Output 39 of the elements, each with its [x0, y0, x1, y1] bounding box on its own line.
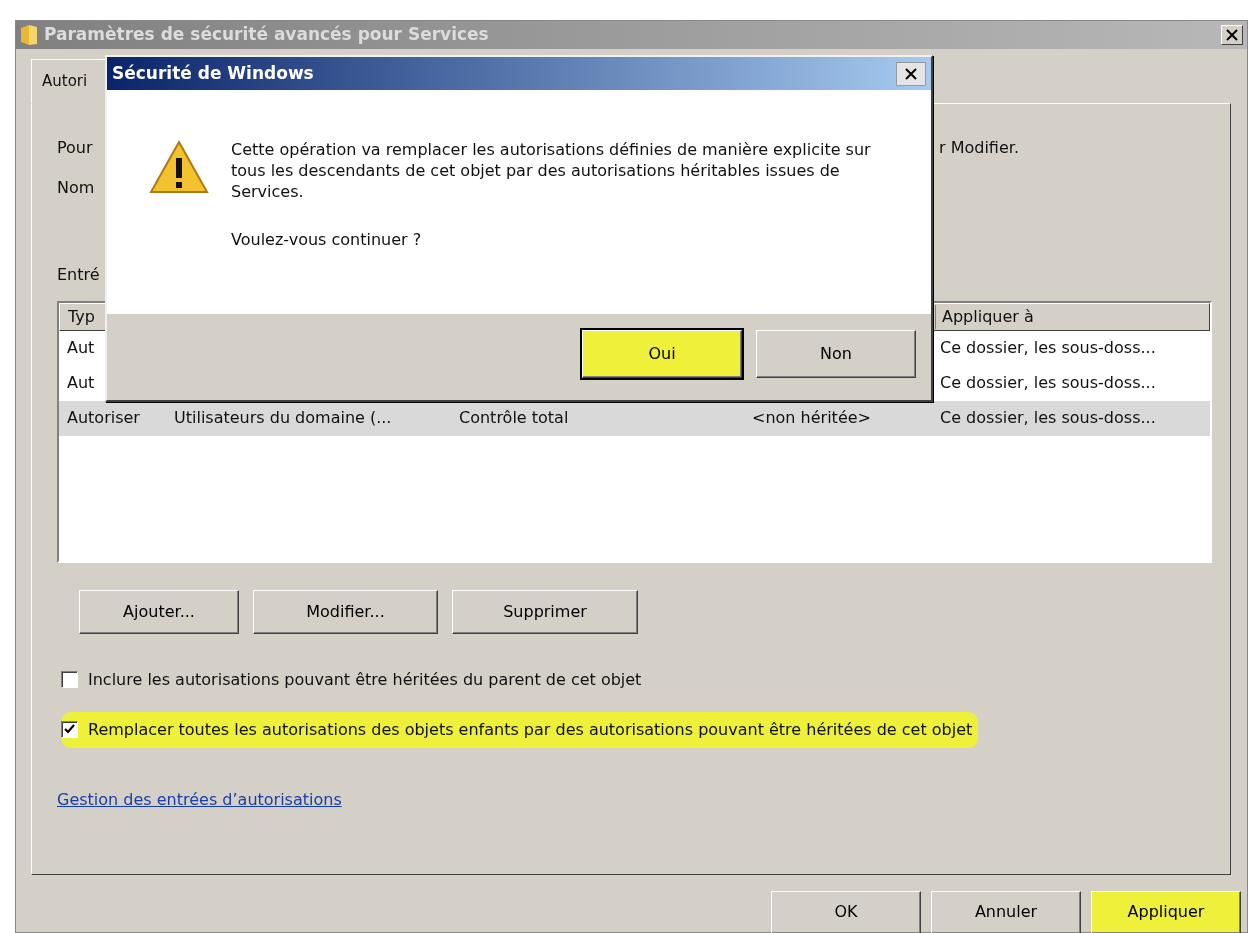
checkbox[interactable] [61, 721, 78, 738]
table-cell: Ce dossier, les sous-doss... [940, 338, 1156, 357]
section-label: Entré [57, 264, 100, 284]
table-cell: <non héritée> [752, 408, 871, 427]
close-icon [1226, 29, 1238, 41]
action-button[interactable]: Modifier... [253, 589, 438, 634]
table-cell: Utilisateurs du domaine (... [174, 408, 392, 427]
dialog-button[interactable]: Oui [582, 330, 742, 378]
table-cell: Ce dossier, les sous-doss... [940, 373, 1156, 392]
dialog-button[interactable]: Annuler [931, 890, 1081, 933]
table-cell: Aut [67, 338, 95, 357]
table-cell: Ce dossier, les sous-doss... [940, 408, 1156, 427]
checkbox[interactable] [61, 671, 78, 688]
table-cell: Autoriser [67, 408, 140, 427]
table-cell: Aut [67, 373, 95, 392]
action-button[interactable]: Ajouter... [79, 589, 239, 634]
warning-icon [149, 140, 209, 194]
info-text: r Modifier. [939, 136, 1019, 159]
column-header[interactable]: Typ [68, 306, 95, 326]
info-text: Pour [57, 136, 94, 159]
folder-icon [20, 24, 38, 46]
close-icon [905, 67, 917, 80]
dialog-question: Voulez-vous continuer ? [231, 230, 423, 252]
info-text: Nom [57, 176, 96, 199]
window-title: Paramètres de sécurité avancés pour Services [44, 23, 489, 47]
permission-entries-link[interactable]: Gestion des entrées d’autorisations [57, 789, 342, 809]
dialog-button[interactable]: Appliquer [1091, 890, 1241, 933]
checkbox-label: Inclure les autorisations pouvant être héritées du parent de cet objet [88, 668, 642, 691]
dialog-message: Cette opération va remplacer les autorisations définies de manière explicite sur tous les descendants de cet objet par des autorisations héritables issues de Services. [231, 140, 872, 203]
dialog-button[interactable]: OK [771, 890, 921, 933]
dialog-title: Sécurité de Windows [112, 61, 314, 85]
checkbox-label: Remplacer toutes les autorisations des objets enfants par des autorisations pouvant être héritées de cet objet [88, 718, 973, 741]
tab[interactable]: Autori [31, 59, 106, 104]
dialog-button[interactable]: Non [756, 330, 916, 378]
action-button[interactable]: Supprimer [452, 589, 638, 634]
table-cell: Contrôle total [459, 408, 569, 427]
column-header[interactable]: Appliquer à [942, 306, 1034, 326]
close-button[interactable] [896, 61, 926, 86]
selected-row[interactable]: Autoriser Utilisateurs du domaine (... Contrôle total <non héritée> Ce dossier, les sous-doss... [59, 400, 1210, 436]
